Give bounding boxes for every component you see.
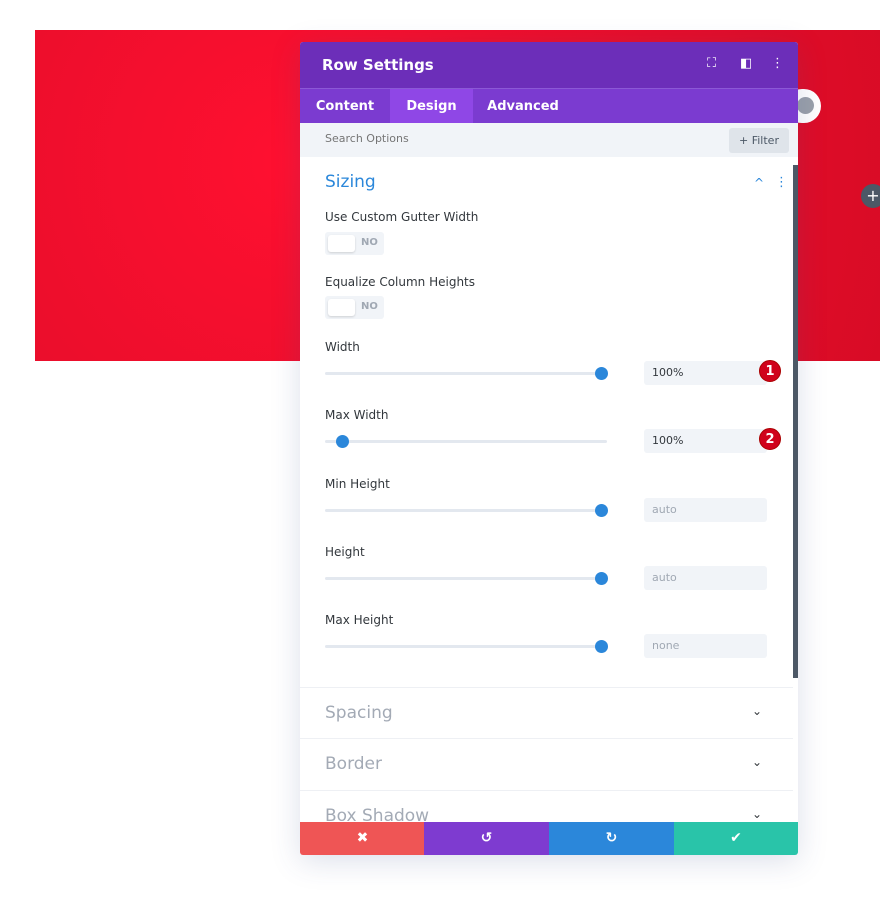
- tab-bar: Content Design Advanced: [300, 88, 798, 124]
- slider-handle[interactable]: [595, 504, 609, 517]
- annotation-badge: 2: [759, 428, 781, 450]
- scrollbar[interactable]: [793, 165, 798, 678]
- chevron-up-icon[interactable]: ^: [754, 176, 764, 190]
- height-label: Height: [325, 545, 365, 559]
- chevron-down-icon: ⌄: [752, 807, 763, 821]
- fullscreen-icon[interactable]: ⛶: [707, 56, 716, 71]
- width-input[interactable]: 100%: [644, 361, 767, 385]
- panel-header: Row Settings ⛶ ◧ ⋮: [300, 42, 798, 88]
- redo-button[interactable]: ↻: [549, 822, 674, 855]
- min-height-input[interactable]: auto: [644, 498, 767, 522]
- max-width-slider[interactable]: [325, 435, 607, 448]
- add-row-button[interactable]: +: [861, 184, 880, 208]
- slider-handle[interactable]: [595, 572, 609, 585]
- slider-handle[interactable]: [595, 367, 609, 380]
- undo-button[interactable]: ↺: [424, 822, 549, 855]
- more-vert-icon[interactable]: ⋮: [771, 56, 784, 71]
- filter-button[interactable]: + Filter: [729, 128, 789, 153]
- panel-title: Row Settings: [322, 56, 434, 74]
- width-label: Width: [325, 340, 360, 354]
- max-height-input[interactable]: none: [644, 634, 767, 658]
- width-slider[interactable]: [325, 367, 609, 380]
- height-slider[interactable]: [325, 572, 609, 585]
- search-input[interactable]: [325, 132, 625, 145]
- row-settings-panel: Row Settings ⛶ ◧ ⋮ Content Design Advanc…: [300, 42, 798, 855]
- toggle-label: Use Custom Gutter Width: [325, 210, 479, 224]
- save-button[interactable]: ✔: [674, 822, 798, 855]
- chevron-down-icon: ⌄: [752, 755, 763, 769]
- height-input[interactable]: auto: [644, 566, 767, 590]
- gutter-width-toggle[interactable]: NO: [325, 232, 384, 255]
- tab-advanced[interactable]: Advanced: [473, 89, 573, 124]
- max-width-label: Max Width: [325, 408, 389, 422]
- globe-icon: [797, 97, 814, 114]
- toggle-label: Equalize Column Heights: [325, 275, 476, 289]
- search-bar: + Filter: [300, 123, 798, 157]
- tab-design[interactable]: Design: [390, 89, 473, 124]
- annotation-badge: 1: [759, 360, 781, 382]
- section-spacing[interactable]: Spacing ⌄: [300, 687, 793, 739]
- split-view-icon[interactable]: ◧: [740, 56, 752, 71]
- equalize-heights-toggle[interactable]: NO: [325, 296, 384, 319]
- max-height-slider[interactable]: [325, 640, 609, 653]
- section-more-icon[interactable]: ⋮: [775, 175, 788, 190]
- max-width-input[interactable]: 100%: [644, 429, 767, 453]
- max-height-label: Max Height: [325, 613, 394, 627]
- cancel-button[interactable]: ✖: [300, 822, 425, 855]
- slider-handle[interactable]: [335, 435, 349, 448]
- slider-handle[interactable]: [595, 640, 609, 653]
- panel-footer: ✖ ↺ ↻ ✔: [300, 822, 798, 855]
- tab-content[interactable]: Content: [300, 89, 390, 124]
- min-height-slider[interactable]: [325, 504, 609, 517]
- min-height-label: Min Height: [325, 477, 390, 491]
- section-title-sizing: Sizing: [325, 172, 376, 192]
- chevron-down-icon: ⌄: [752, 704, 763, 718]
- section-border[interactable]: Border ⌄: [300, 738, 793, 790]
